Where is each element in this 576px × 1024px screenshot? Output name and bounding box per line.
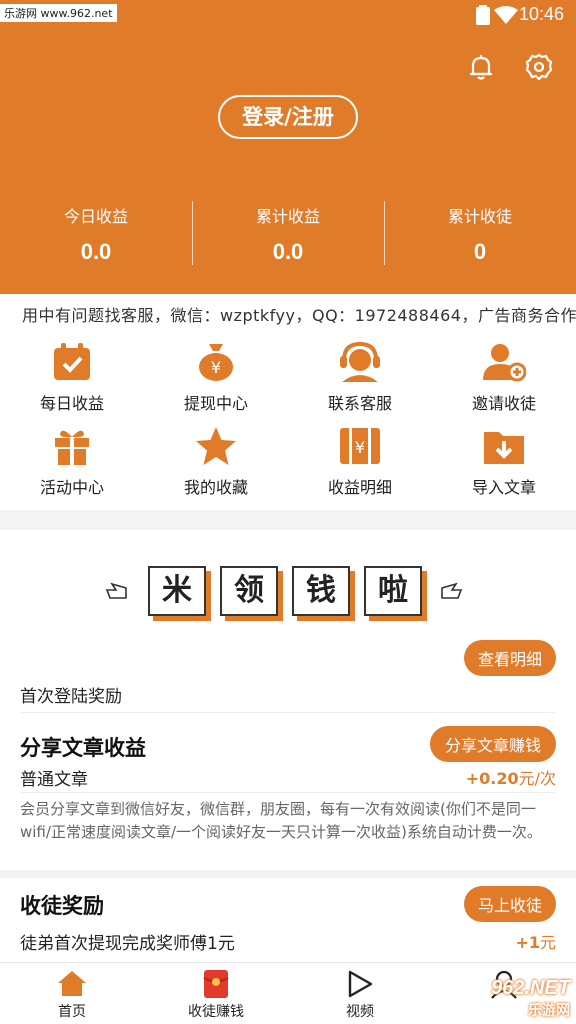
menu-contact-support[interactable]: 联系客服 [288, 334, 432, 418]
play-icon [348, 970, 373, 998]
login-register-button[interactable]: 登录/注册 [218, 95, 358, 139]
stat-value: 0.0 [80, 239, 112, 264]
gear-icon[interactable] [524, 52, 554, 82]
svg-text:¥: ¥ [355, 438, 365, 457]
watermark-brand: 962.NET [491, 977, 570, 999]
menu-daily-earnings[interactable]: 每日收益 [0, 334, 144, 418]
menu-label: 导入文章 [471, 478, 536, 497]
folder-download-icon [484, 432, 524, 464]
menu-invite-apprentice[interactable]: 邀请收徒 [432, 334, 576, 418]
banner-char: 钱 [292, 566, 350, 616]
menu-label: 收益明细 [327, 478, 392, 497]
recruit-amount-unit: 元 [539, 933, 556, 952]
stat-value: 0.0 [272, 239, 304, 264]
menu-earnings-detail[interactable]: ¥ 收益明细 [288, 418, 432, 502]
tab-label: 首页 [58, 1004, 86, 1020]
share-article-title: 分享文章收益 [20, 736, 146, 760]
gift-icon [55, 430, 89, 465]
notice-marquee: 用中有问题找客服，微信：wzptkfyy，QQ：1972488464，广告商务合… [0, 294, 576, 334]
divider [20, 712, 556, 713]
come-get-money-banner: 米 领 钱 啦 [104, 566, 466, 626]
menu-label: 活动中心 [39, 478, 104, 497]
add-user-icon [483, 344, 526, 382]
share-amount: +0.20元/次 [466, 765, 556, 789]
red-envelope-icon [203, 970, 229, 998]
rewards-card: 米 领 钱 啦 查看明细 首次登陆奖励 分享文章收益 分享文章赚钱 普通文章 +… [0, 530, 576, 962]
calendar-check-icon [54, 343, 90, 380]
menu-label: 联系客服 [327, 394, 392, 413]
menu-label: 每日收益 [39, 394, 104, 413]
banner-char: 领 [220, 566, 278, 616]
battery-icon [476, 5, 490, 25]
tab-label: 视频 [346, 1004, 374, 1020]
watermark-logo: 962.NET 乐游网 [491, 977, 570, 1020]
recruit-item-name: 徒弟首次提现完成奖师傅1元 [20, 934, 235, 954]
ledger-icon: ¥ [340, 428, 380, 464]
stat-value: 0 [473, 239, 487, 264]
first-login-reward: 首次登陆奖励 [20, 687, 122, 707]
svg-text:¥: ¥ [211, 358, 221, 377]
status-time: 10:46 [518, 4, 564, 24]
menu-activity-center[interactable]: 活动中心 [0, 418, 144, 502]
menu-label: 我的收藏 [183, 478, 248, 497]
section-divider [0, 870, 576, 878]
divider [20, 792, 556, 793]
earnings-stats: 今日收益 0.0 累计收益 0.0 累计收徒 0 [0, 195, 576, 265]
tab-home[interactable]: 首页 [0, 963, 144, 1024]
recruit-amount: +1元 [515, 929, 556, 953]
stat-total-earnings[interactable]: 累计收益 0.0 [192, 195, 384, 265]
money-bag-icon: ¥ [199, 344, 233, 381]
stat-label: 累计收徒 [447, 207, 512, 226]
tab-recruit-earn[interactable]: 收徒赚钱 [144, 963, 288, 1024]
hand-point-left-icon [441, 582, 463, 599]
share-article-earn-button[interactable]: 分享文章赚钱 [430, 726, 556, 762]
share-amount-value: +0.20 [465, 769, 519, 788]
recruit-reward-title: 收徒奖励 [20, 894, 104, 918]
menu-label: 提现中心 [183, 394, 248, 413]
stat-total-apprentices[interactable]: 累计收徒 0 [384, 195, 576, 265]
menu-import-article[interactable]: 导入文章 [432, 418, 576, 502]
view-details-button[interactable]: 查看明细 [464, 640, 556, 676]
header: 乐游网 www.962.net 10:46 登录/注册 今日收益 0.0 累计收… [0, 0, 576, 294]
wifi-icon [494, 6, 518, 24]
share-description: 会员分享文章到微信好友，微信群，朋友圈，每有一次有效阅读(你们不是同一wifi/… [20, 800, 542, 841]
recruit-now-button[interactable]: 马上收徒 [464, 886, 556, 922]
star-icon [196, 427, 236, 465]
watermark-label: 乐游网 www.962.net [0, 4, 117, 22]
banner-char: 米 [148, 566, 206, 616]
status-bar: 乐游网 www.962.net 10:46 [0, 0, 576, 30]
home-icon [58, 971, 86, 996]
headset-icon [340, 342, 380, 382]
tab-video[interactable]: 视频 [288, 963, 432, 1024]
stat-label: 今日收益 [63, 207, 128, 226]
tab-label: 收徒赚钱 [188, 1004, 244, 1020]
banner-char: 啦 [364, 566, 422, 616]
share-amount-unit: 元/次 [518, 769, 556, 788]
stat-label: 累计收益 [255, 207, 320, 226]
hand-point-right-icon [105, 582, 127, 599]
bell-icon[interactable] [466, 52, 496, 82]
menu-withdraw-center[interactable]: ¥ 提现中心 [144, 334, 288, 418]
stat-today-earnings[interactable]: 今日收益 0.0 [0, 195, 192, 265]
recruit-amount-value: +1 [515, 933, 540, 952]
bottom-tab-bar: 首页 收徒赚钱 视频 962.NET 乐游网 [0, 962, 576, 1024]
menu-my-favorites[interactable]: 我的收藏 [144, 418, 288, 502]
menu-grid: 每日收益 ¥ 提现中心 联系客服 邀请收徒 活动中心 我的收藏 ¥ 收益明细 导… [0, 334, 576, 510]
share-item-name: 普通文章 [20, 770, 88, 790]
menu-label: 邀请收徒 [471, 394, 536, 413]
notice-text: 用中有问题找客服，微信：wzptkfyy，QQ：1972488464，广告商务合… [22, 306, 576, 325]
watermark-sub: 乐游网 [528, 1002, 570, 1018]
